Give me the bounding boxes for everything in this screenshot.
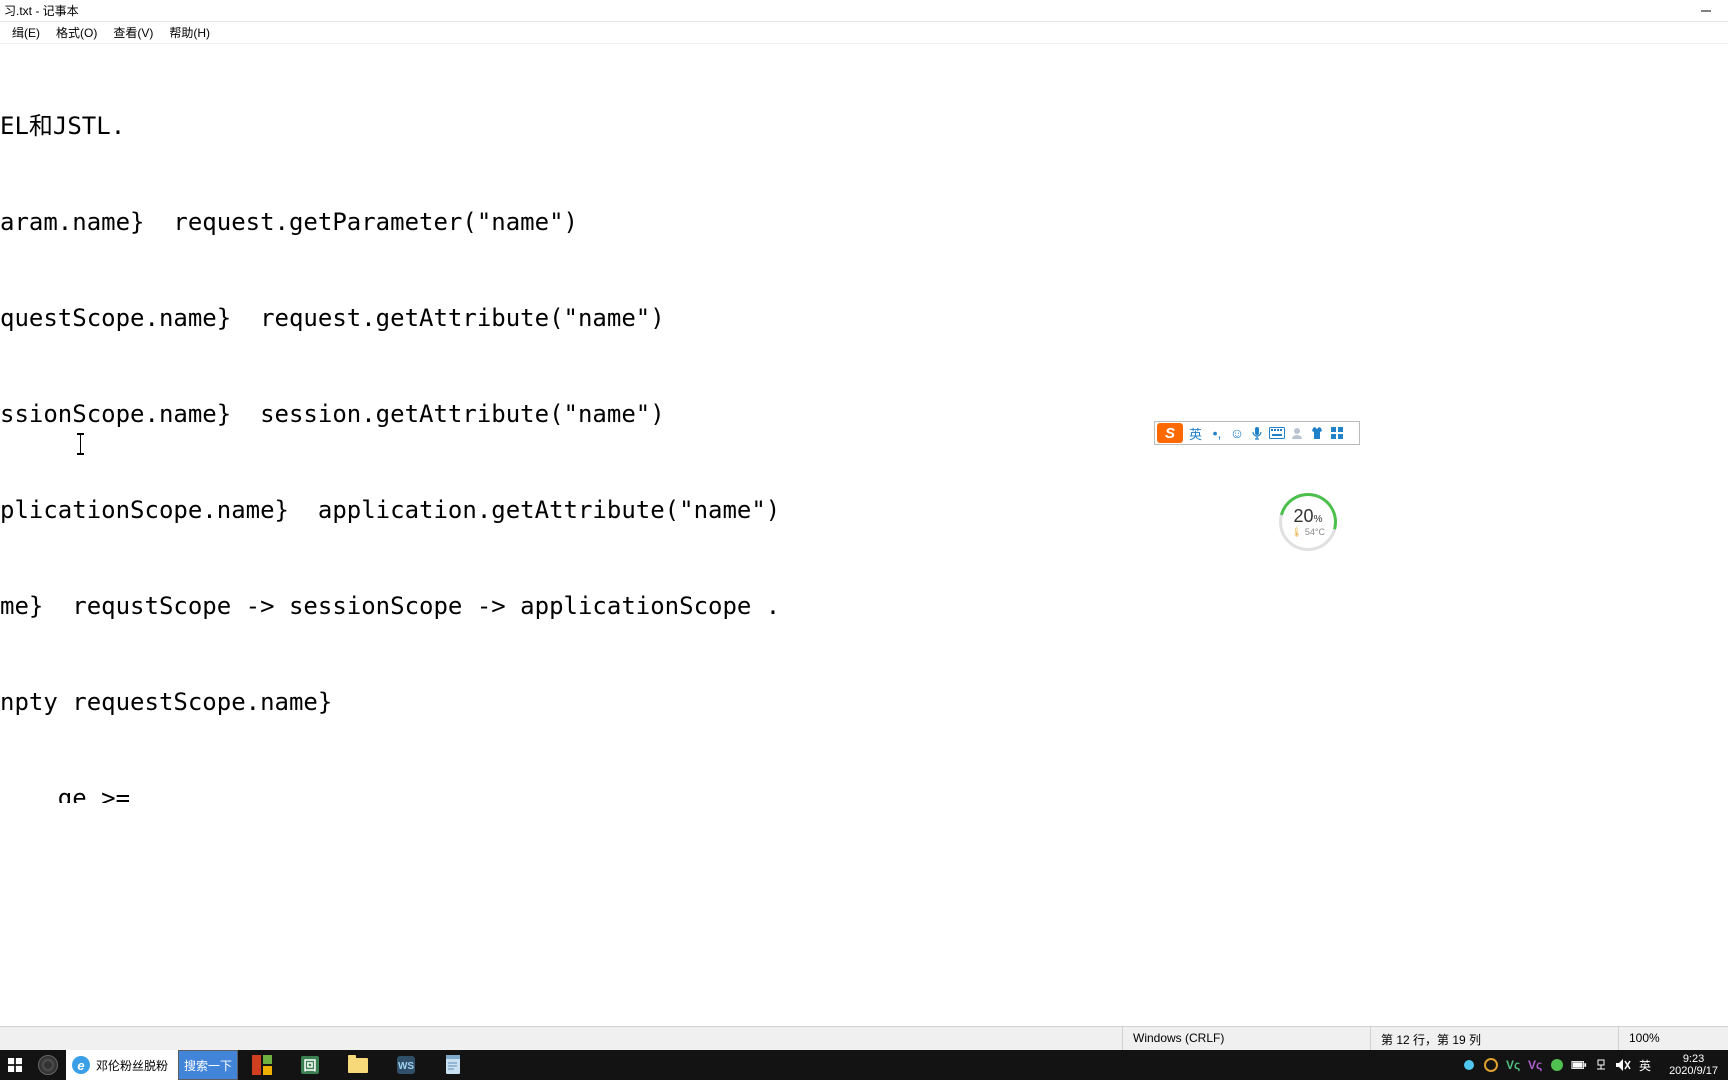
ime-emoji-icon[interactable]: ☺ xyxy=(1228,424,1246,442)
status-zoom: 100% xyxy=(1618,1027,1728,1050)
status-encoding: Windows (CRLF) xyxy=(1122,1027,1370,1050)
text-line: ge >= xyxy=(0,782,1728,803)
ime-skin-icon[interactable] xyxy=(1308,424,1326,442)
text-line: aram.name} request.getParameter("name") xyxy=(0,206,1728,238)
text-line: questScope.name} request.getAttribute("n… xyxy=(0,302,1728,334)
ime-account-icon[interactable] xyxy=(1288,424,1306,442)
minimize-button[interactable] xyxy=(1683,0,1728,22)
app-icon-4[interactable]: WS xyxy=(382,1050,430,1080)
clock-date: 2020/9/17 xyxy=(1669,1065,1718,1077)
battery-icon[interactable] xyxy=(1571,1057,1587,1073)
menu-format[interactable]: 格式(O) xyxy=(48,22,105,43)
volume-icon[interactable] xyxy=(1615,1057,1631,1073)
system-tray: Vς Vς 英 xyxy=(1455,1050,1659,1080)
fan-app-icon[interactable] xyxy=(30,1050,66,1080)
notepad-icon[interactable] xyxy=(430,1050,478,1080)
menu-view[interactable]: 查看(V) xyxy=(105,22,161,43)
status-bar: Windows (CRLF) 第 12 行，第 19 列 100% xyxy=(0,1026,1728,1050)
taskbar-clock[interactable]: 9:23 2020/9/17 xyxy=(1659,1050,1728,1080)
menu-help[interactable]: 帮助(H) xyxy=(161,22,218,43)
svg-text:回: 回 xyxy=(304,1058,317,1073)
ie-window-title: 邓伦粉丝脱粉 xyxy=(96,1057,168,1074)
tray-icon-1[interactable] xyxy=(1461,1057,1477,1073)
text-line: plicationScope.name} application.getAttr… xyxy=(0,494,1728,526)
ime-punct-icon[interactable]: •, xyxy=(1208,424,1226,442)
window-titlebar: 习.txt - 记事本 xyxy=(0,0,1728,22)
tray-icon-2[interactable] xyxy=(1483,1057,1499,1073)
text-line: EL和JSTL. xyxy=(0,110,1728,142)
menu-edit[interactable]: 缉(E) xyxy=(4,22,48,43)
clock-time: 9:23 xyxy=(1683,1053,1704,1065)
text-line: npty requestScope.name} xyxy=(0,686,1728,718)
system-monitor-widget[interactable]: 20% 🌡 54°C xyxy=(1279,493,1337,551)
ime-voice-icon[interactable] xyxy=(1248,424,1266,442)
menu-bar: 缉(E) 格式(O) 查看(V) 帮助(H) xyxy=(0,22,1728,44)
taskbar-search[interactable]: 搜索一下 xyxy=(178,1050,238,1080)
svg-text:WS: WS xyxy=(398,1061,414,1072)
status-position: 第 12 行，第 19 列 xyxy=(1370,1027,1618,1050)
ime-language-toggle[interactable]: 英 xyxy=(1185,424,1206,443)
text-editor-area[interactable]: EL和JSTL. aram.name} request.getParameter… xyxy=(0,44,1728,803)
tray-icon-5[interactable] xyxy=(1549,1057,1565,1073)
sogou-logo-icon[interactable]: S xyxy=(1157,423,1183,443)
search-button[interactable]: 搜索一下 xyxy=(179,1051,237,1079)
ime-toolbox-icon[interactable] xyxy=(1328,424,1346,442)
cpu-temp: 🌡 54°C xyxy=(1291,527,1325,538)
text-cursor xyxy=(80,433,81,455)
ime-toolbar[interactable]: S 英 •, ☺ xyxy=(1154,421,1360,445)
app-icon-1[interactable] xyxy=(238,1050,286,1080)
app-icon-2[interactable]: 回 xyxy=(286,1050,334,1080)
taskbar-ie-window[interactable]: e 邓伦粉丝脱粉 xyxy=(66,1050,178,1080)
ime-keyboard-icon[interactable] xyxy=(1268,424,1286,442)
start-button[interactable] xyxy=(0,1050,30,1080)
window-controls xyxy=(1683,0,1728,21)
taskbar: e 邓伦粉丝脱粉 搜索一下 回 WS Vς Vς 英 9:23 2020/9/1 xyxy=(0,1050,1728,1080)
ime-tray-lang[interactable]: 英 xyxy=(1637,1057,1653,1073)
text-line: ssionScope.name} session.getAttribute("n… xyxy=(0,398,1728,430)
window-title: 习.txt - 记事本 xyxy=(4,2,79,19)
ie-icon: e xyxy=(72,1056,90,1074)
tray-icon-4[interactable]: Vς xyxy=(1527,1057,1543,1073)
cpu-percent: 20% xyxy=(1294,507,1323,525)
network-icon[interactable] xyxy=(1593,1057,1609,1073)
tray-icon-3[interactable]: Vς xyxy=(1505,1057,1521,1073)
file-explorer-icon[interactable] xyxy=(334,1050,382,1080)
text-line: me} requstScope -> sessionScope -> appli… xyxy=(0,590,1728,622)
